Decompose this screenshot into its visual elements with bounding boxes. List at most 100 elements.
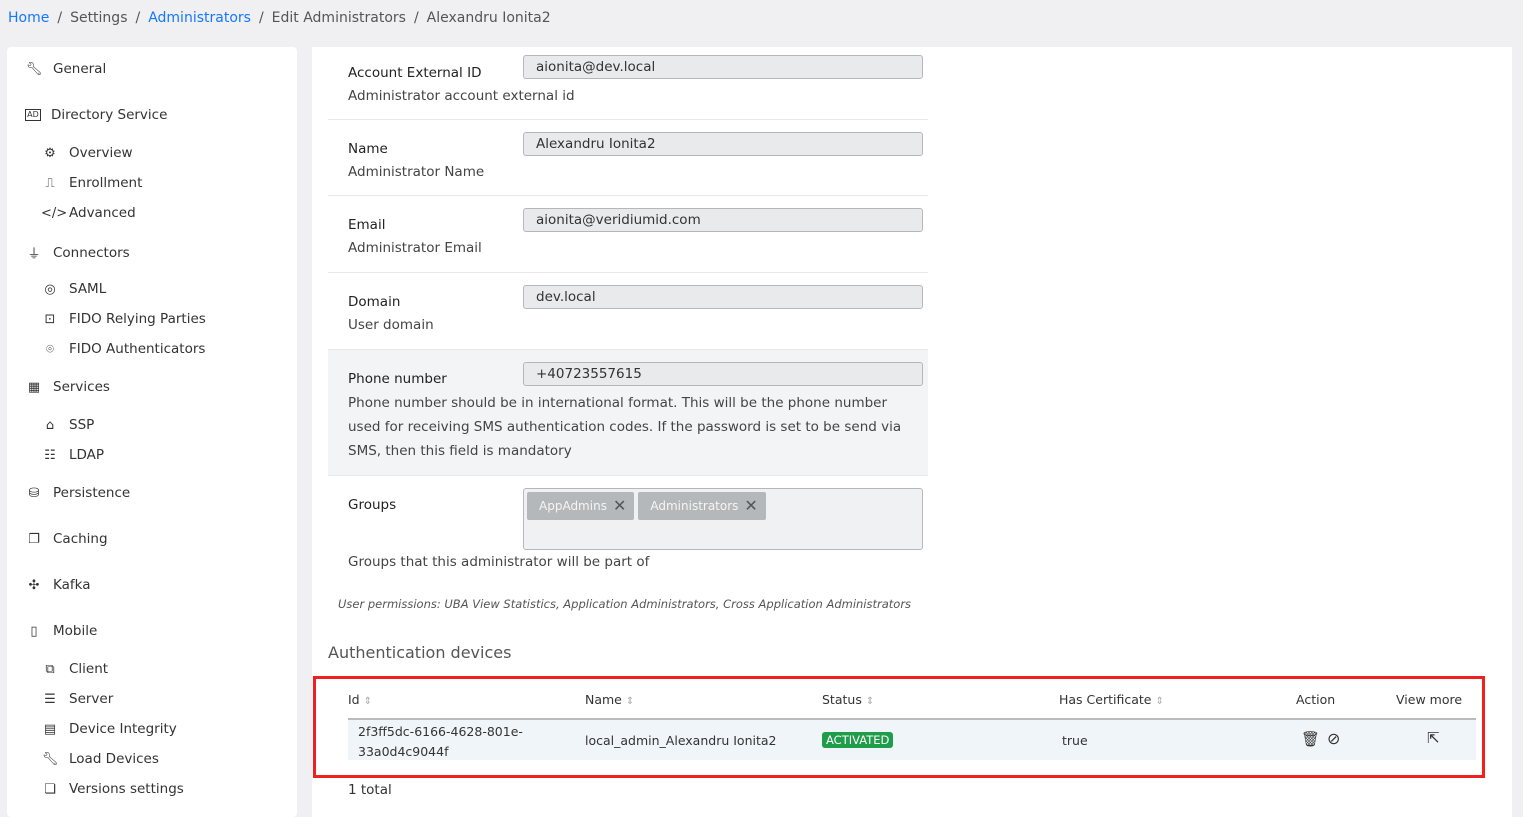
sidebar-item-label: FIDO Authenticators [69, 341, 206, 357]
sidebar-item-client[interactable]: ⧉ Client [41, 661, 108, 677]
sidebar-item-versions-settings[interactable]: ❏ Versions settings [41, 781, 184, 797]
sidebar-item-load-devices[interactable]: 🔧︎ Load Devices [41, 751, 159, 767]
group-tag: AppAdmins ✕ [527, 492, 635, 520]
name-input[interactable]: Alexandru Ionita2 [523, 132, 923, 156]
domain-input[interactable]: dev.local [523, 285, 923, 309]
sidebar-item-advanced[interactable]: </> Advanced [41, 205, 136, 221]
ldap-icon: ☷ [44, 447, 56, 463]
open-external-icon[interactable]: ⇱ [1427, 729, 1440, 747]
sidebar-item-general[interactable]: 🔧︎ General [25, 61, 106, 77]
trash-icon[interactable]: 🗑︎ [1301, 730, 1320, 748]
breadcrumb-edit: Edit Administrators [271, 10, 406, 26]
sidebar-item-label: Versions settings [69, 781, 184, 797]
sidebar-item-label: SAML [69, 281, 107, 297]
sidebar-item-label: Mobile [53, 623, 98, 639]
field-phone: Phone number Phone number should be in i… [328, 350, 928, 476]
field-email: Email Administrator Email aionita@veridi… [328, 196, 928, 273]
server-icon: ☰ [44, 691, 56, 707]
sidebar-item-fido-relying-parties[interactable]: ⊡ FIDO Relying Parties [41, 311, 206, 327]
sidebar-item-caching[interactable]: ❐ Caching [25, 531, 108, 547]
face-scan-icon: ⌾ [46, 341, 54, 357]
remove-tag-icon[interactable]: ✕ [613, 492, 626, 520]
kafka-icon: ✣ [28, 577, 40, 593]
sidebar-item-label: Kafka [53, 577, 91, 593]
client-icon: ⧉ [45, 661, 55, 677]
sidebar-item-label: Connectors [53, 244, 130, 261]
field-account-external-id: Account External ID Administrator accoun… [328, 55, 928, 120]
sidebar-item-label: Advanced [69, 205, 136, 221]
field-label: Name [348, 141, 388, 157]
sidebar-item-mobile[interactable]: ▯ Mobile [25, 623, 97, 639]
wrench-icon: 🔧︎ [25, 61, 43, 77]
col-status[interactable]: Status ⇕ [822, 692, 874, 707]
status-badge: ACTIVATED [822, 732, 894, 748]
sidebar-item-server[interactable]: ☰ Server [41, 691, 113, 707]
col-name[interactable]: Name ⇕ [585, 692, 634, 707]
sidebar-item-ldap[interactable]: ☷ LDAP [41, 447, 104, 463]
phone-input[interactable]: +40723557615 [523, 362, 923, 386]
versions-icon: ❏ [44, 781, 56, 797]
database-icon: ⛁ [28, 485, 40, 501]
sidebar-item-label: Caching [53, 531, 108, 547]
sidebar-item-overview[interactable]: ⚙ Overview [41, 145, 133, 161]
field-description: Groups that this administrator will be p… [348, 554, 650, 570]
sidebar-item-label: General [53, 61, 107, 77]
field-label: Groups [348, 497, 397, 513]
sidebar-item-services[interactable]: ▦ Services [25, 379, 110, 395]
device-integrity-icon: ▤ [43, 721, 57, 737]
field-name: Name Administrator Name Alexandru Ionita… [328, 120, 928, 196]
breadcrumb-current: Alexandru Ionita2 [426, 10, 551, 26]
sidebar-item-saml[interactable]: ◎ SAML [41, 281, 106, 297]
grid-icon: ▦ [27, 379, 41, 395]
groups-select[interactable]: AppAdmins ✕ Administrators ✕ [523, 488, 923, 550]
breadcrumb-administrators[interactable]: Administrators [148, 10, 251, 26]
device-id: 2f3ff5dc-6166-4628-801e- 33a0d4c9044f [358, 724, 523, 759]
sidebar-item-directory-service[interactable]: AD Directory Service [25, 107, 167, 123]
field-description: Phone number should be in international … [348, 395, 902, 459]
sidebar-item-label: Load Devices [69, 751, 159, 767]
plug-icon: ⏚ [27, 247, 41, 262]
cache-icon: ❐ [28, 531, 40, 547]
remove-tag-icon[interactable]: ✕ [744, 492, 757, 520]
col-id[interactable]: Id ⇕ [348, 692, 372, 707]
group-tag: Administrators ✕ [638, 492, 766, 520]
block-icon[interactable]: ⊘ [1327, 729, 1340, 748]
load-devices-icon: 🔧︎ [41, 751, 59, 767]
field-groups: Groups AppAdmins ✕ Administrators ✕ Groups… [328, 476, 928, 586]
sidebar-item-label: Client [69, 661, 109, 677]
sidebar-item-connectors[interactable]: ⏚ Connectors [25, 243, 130, 263]
sidebar-item-label: Persistence [53, 485, 131, 501]
sidebar-item-label: Device Integrity [69, 721, 177, 737]
breadcrumb: Home / Settings / Administrators / Edit Adm… [8, 10, 551, 26]
devices-title: Authentication devices [328, 643, 512, 662]
sidebar: 🔧︎ General AD Directory Service ⚙ Overview ⎍ En… [7, 47, 297, 817]
saml-icon: ◎ [44, 281, 56, 297]
email-input[interactable]: aionita@veridiumid.com [523, 208, 923, 232]
ssp-icon: ⌂ [45, 417, 55, 433]
field-label: Email [348, 217, 386, 233]
sidebar-item-label: FIDO Relying Parties [69, 311, 206, 327]
enrollment-icon: ⎍ [45, 175, 55, 191]
sidebar-item-enrollment[interactable]: ⎍ Enrollment [41, 175, 142, 191]
sidebar-item-label: Overview [69, 145, 133, 161]
sidebar-item-label: SSP [69, 417, 95, 433]
sidebar-item-kafka[interactable]: ✣ Kafka [25, 577, 91, 593]
sidebar-item-label: Directory Service [51, 107, 168, 123]
sidebar-item-label: Enrollment [69, 175, 143, 191]
total-count: 1 total [348, 782, 392, 798]
account-external-id-input[interactable]: aionita@dev.local [523, 55, 923, 79]
user-permissions: User permissions: UBA View Statistics, A… [338, 597, 912, 611]
sidebar-item-ssp[interactable]: ⌂ SSP [41, 417, 94, 433]
sidebar-item-fido-authenticators[interactable]: ⌾ FIDO Authenticators [41, 341, 205, 357]
sidebar-item-persistence[interactable]: ⛁ Persistence [25, 485, 131, 501]
ad-icon: AD [25, 109, 41, 121]
field-label: Account External ID [348, 65, 482, 81]
col-has-certificate[interactable]: Has Certificate ⇕ [1059, 692, 1164, 707]
field-description: User domain [348, 317, 434, 333]
code-icon: </> [41, 205, 68, 221]
breadcrumb-home[interactable]: Home [8, 10, 49, 26]
sidebar-item-device-integrity[interactable]: ▤ Device Integrity [41, 721, 177, 737]
col-action: Action [1296, 692, 1336, 707]
device-name: local_admin_Alexandru Ionita2 [585, 733, 777, 748]
field-label: Phone number [348, 371, 447, 387]
